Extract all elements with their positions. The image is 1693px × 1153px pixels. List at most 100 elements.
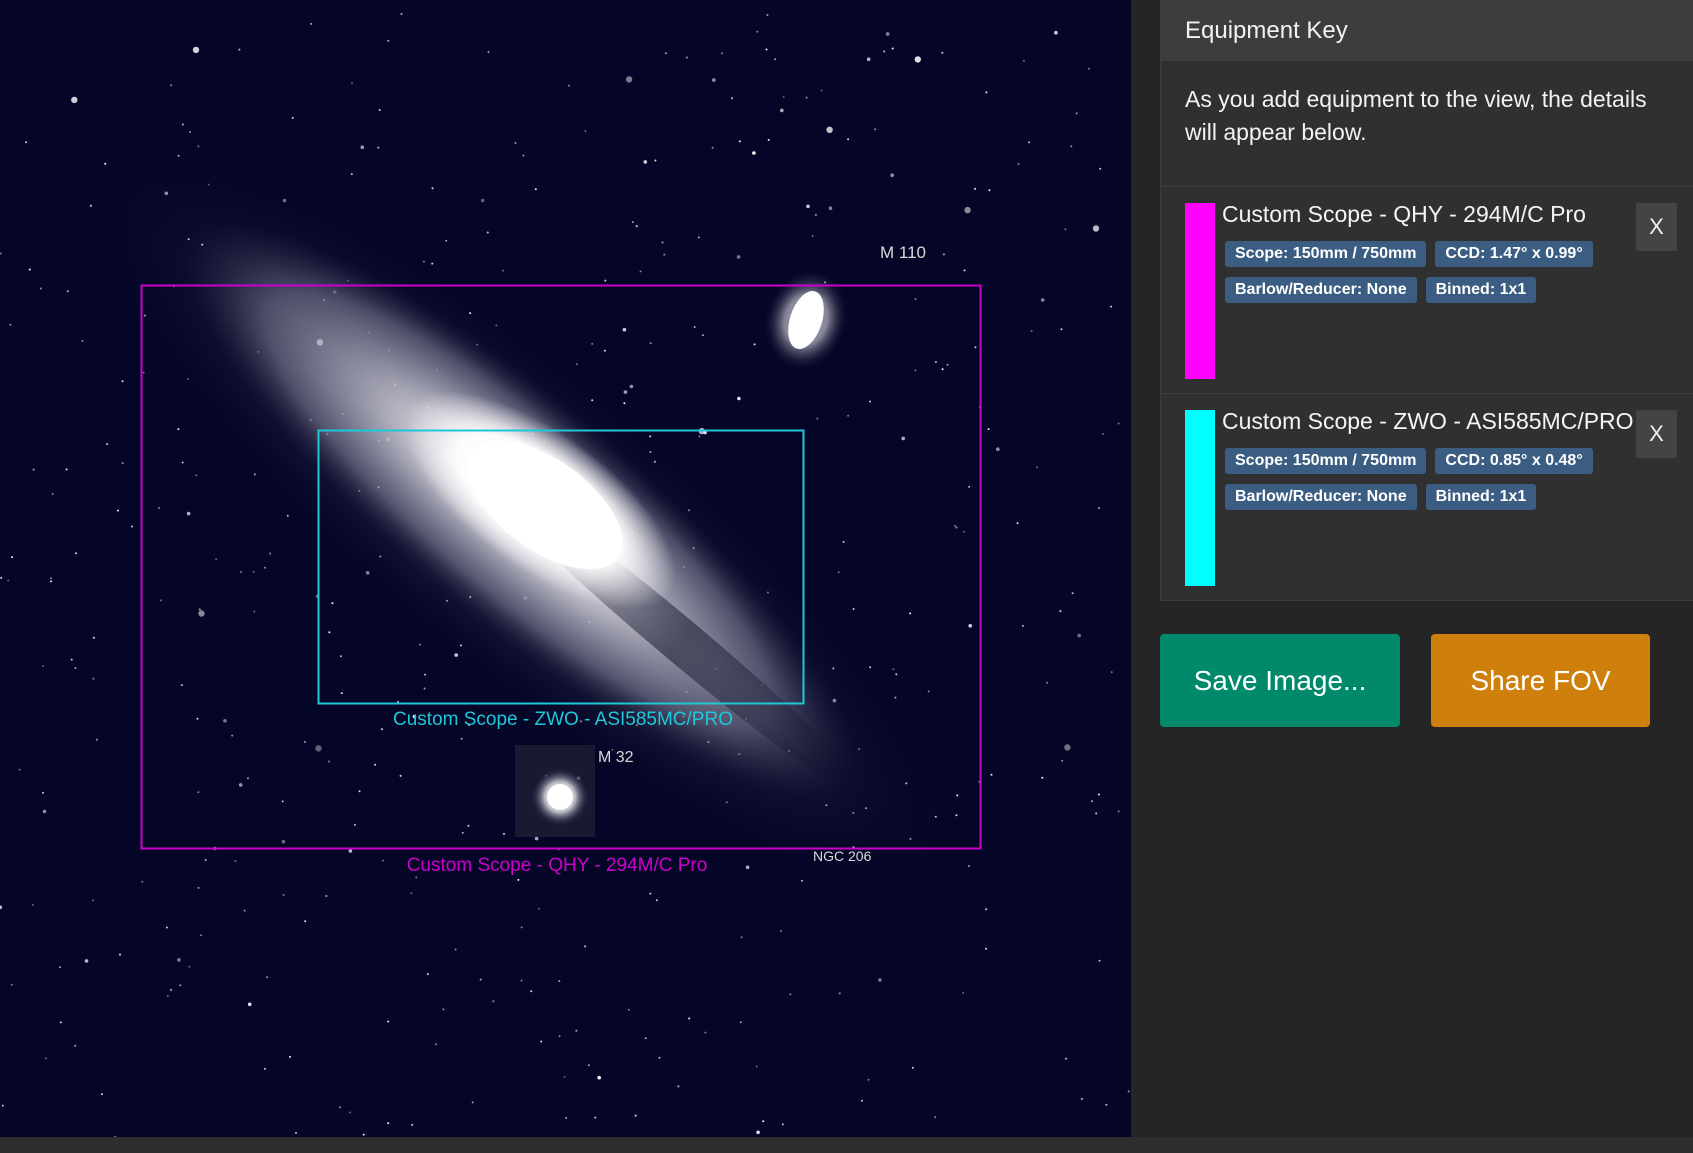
star	[826, 126, 833, 133]
star	[234, 860, 237, 862]
star	[387, 39, 390, 42]
star	[165, 926, 168, 929]
star	[426, 973, 429, 975]
equipment-key-card: Equipment Key As you add equipment to th…	[1160, 0, 1693, 601]
star	[400, 12, 403, 15]
star	[537, 907, 540, 910]
star	[1017, 162, 1020, 165]
star	[811, 234, 814, 237]
star	[869, 400, 872, 403]
star	[967, 865, 970, 867]
star	[197, 145, 200, 148]
star	[990, 773, 993, 776]
star	[328, 760, 331, 763]
star	[517, 878, 520, 881]
star	[198, 608, 201, 611]
star	[891, 47, 894, 50]
star	[92, 677, 95, 680]
star	[253, 610, 256, 613]
star	[434, 1043, 437, 1046]
star	[65, 468, 68, 471]
star	[399, 774, 402, 777]
star	[461, 831, 464, 834]
star	[181, 461, 184, 464]
star	[756, 1130, 760, 1135]
save-image-button[interactable]: Save Image...	[1160, 634, 1400, 727]
star	[874, 128, 877, 131]
star	[968, 485, 971, 488]
star	[119, 953, 121, 956]
star	[806, 204, 810, 209]
sky-view-canvas[interactable]: Custom Scope - ZWO - ASI585MC/PRO Custom…	[0, 0, 1131, 1137]
star	[1065, 1057, 1068, 1060]
star	[575, 363, 578, 366]
star	[502, 269, 504, 272]
star	[289, 1055, 291, 1058]
star	[1105, 1103, 1108, 1106]
star	[801, 879, 804, 882]
star	[629, 384, 634, 389]
star	[558, 980, 561, 983]
star	[431, 187, 434, 190]
star	[765, 48, 768, 51]
star	[828, 206, 833, 210]
star	[762, 1120, 765, 1123]
star	[7, 579, 10, 582]
star	[623, 390, 628, 394]
star	[18, 768, 21, 771]
star	[1064, 228, 1067, 231]
star	[486, 231, 489, 234]
star	[238, 783, 243, 787]
star	[737, 396, 741, 401]
star	[987, 428, 990, 431]
star	[946, 363, 949, 366]
star	[1071, 592, 1074, 595]
object-label-m32: M 32	[598, 749, 634, 766]
remove-equipment-button[interactable]: X	[1636, 203, 1677, 251]
remove-equipment-button[interactable]: X	[1636, 410, 1677, 458]
star	[740, 936, 743, 939]
star	[247, 1002, 252, 1007]
star	[594, 1116, 597, 1119]
star	[25, 141, 28, 144]
star	[563, 1075, 566, 1078]
star	[1075, 112, 1078, 115]
galaxy-m32	[515, 745, 595, 837]
star	[142, 371, 145, 374]
star	[627, 1008, 630, 1011]
star	[1046, 681, 1049, 684]
star	[591, 342, 594, 345]
star	[1054, 30, 1058, 35]
star	[59, 1021, 62, 1024]
equipment-color-swatch	[1185, 410, 1215, 586]
star	[1, 1104, 4, 1107]
star	[661, 241, 664, 244]
star	[328, 631, 331, 634]
star	[988, 189, 991, 192]
star	[955, 814, 958, 817]
star	[186, 511, 191, 516]
star	[215, 558, 218, 561]
star	[520, 926, 523, 929]
star	[909, 612, 912, 615]
star	[42, 665, 45, 668]
share-fov-button[interactable]: Share FOV	[1431, 634, 1650, 727]
sky-view-image: Custom Scope - ZWO - ASI585MC/PRO Custom…	[0, 0, 1131, 1137]
star	[411, 1123, 414, 1126]
star	[963, 269, 966, 272]
star	[1064, 744, 1071, 751]
star	[1097, 793, 1100, 796]
star	[658, 1056, 661, 1059]
star	[1110, 305, 1113, 308]
star	[424, 673, 427, 676]
star	[597, 1075, 601, 1080]
star	[131, 525, 134, 528]
star	[196, 717, 199, 720]
star	[351, 82, 353, 85]
right-panel: Equipment Key As you add equipment to th…	[1131, 0, 1693, 1137]
star	[634, 1114, 637, 1117]
star	[340, 655, 342, 658]
star	[195, 474, 198, 477]
star	[663, 253, 666, 256]
star	[1092, 225, 1100, 232]
